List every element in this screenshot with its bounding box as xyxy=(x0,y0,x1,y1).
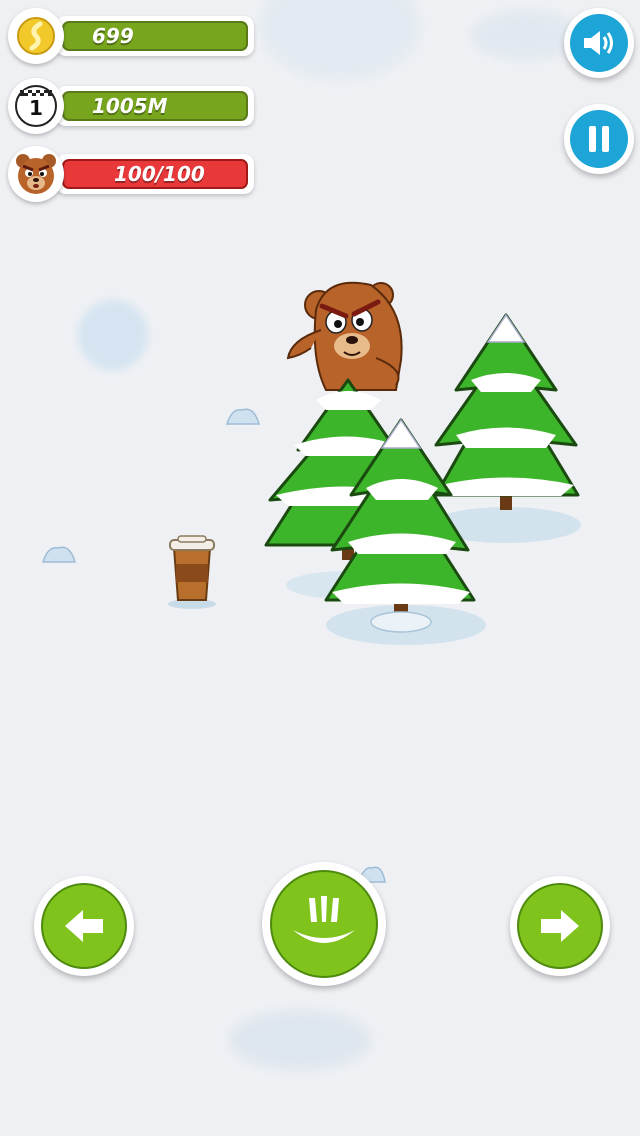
bear-face-icon xyxy=(8,146,64,202)
distance-bar: 1005M xyxy=(56,86,254,126)
pine-tree xyxy=(434,313,580,510)
rank-flag-icon: 1 xyxy=(8,78,64,134)
coin-icon xyxy=(8,8,64,64)
claw-attack-icon xyxy=(270,870,378,978)
snow-patch xyxy=(78,300,148,370)
coffee-cup-pickup xyxy=(168,535,216,609)
tree-cluster xyxy=(264,281,581,645)
distance-counter: 1 1005M xyxy=(8,78,258,136)
move-left-button[interactable] xyxy=(34,876,134,976)
move-right-button[interactable] xyxy=(510,876,610,976)
health-counter: 100/100 xyxy=(8,146,258,204)
snow-patch xyxy=(230,1010,370,1070)
sound-button[interactable] xyxy=(564,8,634,78)
snow-patch xyxy=(260,0,420,80)
distance-value: 1005M xyxy=(92,94,168,118)
pause-icon xyxy=(570,110,628,168)
health-value: 100/100 xyxy=(114,162,205,186)
speaker-icon xyxy=(570,14,628,72)
bear-character xyxy=(286,281,403,391)
arrow-right-icon xyxy=(517,883,603,969)
coin-bar: 699 xyxy=(56,16,254,56)
coin-counter: 699 xyxy=(8,8,258,66)
arrow-left-icon xyxy=(41,883,127,969)
snow-patch xyxy=(470,10,580,60)
attack-button[interactable] xyxy=(262,862,386,986)
snow-rock xyxy=(41,546,76,563)
coin-value: 699 xyxy=(92,24,134,48)
rank-number: 1 xyxy=(29,96,43,120)
pause-button[interactable] xyxy=(564,104,634,174)
health-bar: 100/100 xyxy=(56,154,254,194)
